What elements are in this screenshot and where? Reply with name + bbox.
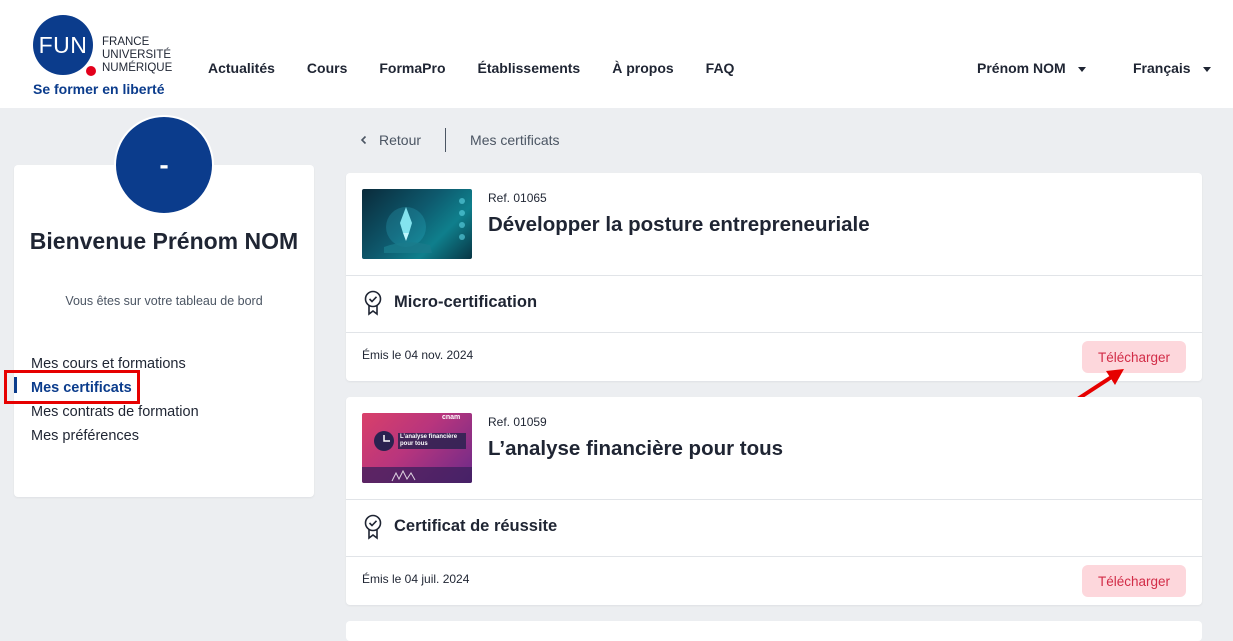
divider	[346, 332, 1202, 333]
certificate-card-partial	[346, 621, 1202, 641]
chevron-down-icon	[1202, 66, 1211, 72]
breadcrumb-separator	[445, 128, 447, 152]
certificate-card: cnam L’analyse financière pour tous Ref.…	[346, 397, 1202, 605]
divider	[346, 499, 1202, 500]
certificate-badge-icon	[364, 290, 382, 316]
certificate-badge-icon	[364, 514, 382, 540]
certificate-type: Micro-certification	[394, 293, 538, 311]
fun-logo[interactable]: FUN	[33, 15, 93, 75]
nav-a-propos[interactable]: À propos	[612, 60, 673, 76]
divider	[346, 556, 1202, 557]
course-ref: Ref. 01059	[488, 415, 547, 429]
thumbnail-caption: L’analyse financière pour tous	[400, 434, 458, 447]
issued-date: Émis le 04 nov. 2024	[362, 348, 474, 362]
site-header: FUN FRANCE UNIVERSITÉ NUMÉRIQUE Se forme…	[0, 0, 1233, 108]
course-thumbnail	[362, 189, 472, 259]
logo-line-2: UNIVERSITÉ	[102, 49, 172, 61]
cnam-logo: cnam	[442, 414, 461, 421]
download-button[interactable]: Télécharger	[1082, 565, 1186, 597]
language-menu[interactable]: Français	[1133, 60, 1211, 76]
logo-wordmark: FRANCE UNIVERSITÉ NUMÉRIQUE	[102, 36, 172, 75]
course-title[interactable]: L’analyse financière pour tous	[488, 437, 783, 461]
welcome-title: Bienvenue Prénom NOM	[29, 228, 299, 254]
breadcrumb: Retour Mes certificats	[360, 128, 560, 152]
course-ref: Ref. 01065	[488, 191, 547, 205]
divider	[346, 275, 1202, 276]
chevron-left-icon	[360, 135, 367, 145]
logo-line-1: FRANCE	[102, 36, 150, 48]
dashboard-subtitle: Vous êtes sur votre tableau de bord	[65, 294, 263, 308]
main-nav: Actualités Cours FormaPro Établissements…	[208, 60, 766, 76]
annotation-highlight-box	[4, 370, 140, 404]
financial-analysis-illustration	[362, 431, 472, 483]
course-title[interactable]: Développer la posture entrepreneuriale	[488, 213, 870, 237]
certificate-card: Ref. 01065 Développer la posture entrepr…	[346, 173, 1202, 381]
sidebar-item-preferences[interactable]: Mes préférences	[31, 424, 199, 448]
nav-etablissements[interactable]: Établissements	[478, 60, 581, 76]
language-label: Français	[1133, 60, 1191, 76]
nav-actualites[interactable]: Actualités	[208, 60, 275, 76]
breadcrumb-current: Mes certificats	[470, 132, 560, 148]
nav-faq[interactable]: FAQ	[706, 60, 735, 76]
back-label: Retour	[379, 132, 422, 148]
chevron-down-icon	[1077, 66, 1086, 72]
user-menu[interactable]: Prénom NOM	[977, 60, 1086, 76]
issued-date: Émis le 04 juil. 2024	[362, 572, 470, 586]
avatar: -	[114, 115, 214, 215]
course-thumbnail: cnam L’analyse financière pour tous	[362, 413, 472, 483]
logo-text: FUN	[38, 31, 88, 58]
nav-cours[interactable]: Cours	[307, 60, 347, 76]
nav-formapro[interactable]: FormaPro	[379, 60, 445, 76]
back-link[interactable]: Retour	[360, 132, 421, 148]
certificate-type: Certificat de réussite	[394, 517, 558, 535]
tagline: Se former en liberté	[33, 81, 165, 97]
logo-dot-icon	[86, 66, 96, 76]
rocket-hand-illustration	[384, 198, 465, 253]
logo-line-3: NUMÉRIQUE	[102, 62, 173, 74]
user-name: Prénom NOM	[977, 60, 1066, 76]
